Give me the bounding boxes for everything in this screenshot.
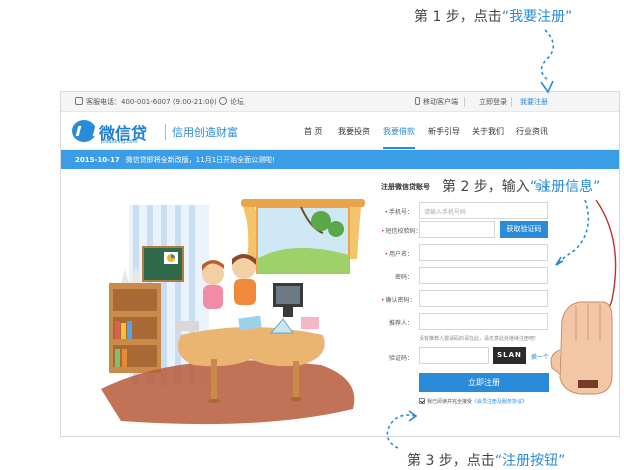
arrow-to-register-icon [540, 29, 555, 94]
password-label: 密码： [394, 274, 413, 281]
step2-highlight: “注册信息” [529, 179, 601, 195]
form-title: 注册微信贷账号 [381, 183, 430, 191]
divider [211, 97, 212, 107]
username-input[interactable] [419, 244, 548, 261]
board-with-chart [142, 246, 184, 282]
nav-home[interactable]: 首 页 [304, 126, 323, 137]
referrer-input[interactable] [419, 313, 548, 330]
agree-checkbox[interactable] [419, 398, 425, 404]
agreement-link[interactable]: 《会员注册及服务协议》 [472, 399, 527, 405]
main-area: 注册微信贷账号 登陆 •手机号： 请输入手机号码 •短信校验码： 获取验证码 •… [61, 169, 619, 436]
top-bar: 客服电话：400-001-6007 (9:00-21:00) 论坛 移动客户端 … [61, 92, 619, 112]
registration-form: 注册微信贷账号 登陆 •手机号： 请输入手机号码 •短信校验码： 获取验证码 •… [379, 169, 619, 436]
window [256, 206, 350, 274]
register-link[interactable]: 我要注册 [520, 97, 548, 107]
step1-prefix: 第 1 步，点击 [414, 9, 502, 25]
logo-domain: jcbanking.com [101, 139, 138, 145]
login-link[interactable]: 立即登录 [479, 97, 507, 107]
logo-icon[interactable] [72, 120, 96, 142]
phone-label: •手机号： [384, 209, 413, 216]
referrer-label: 推荐人： [388, 320, 413, 327]
nav-beginner-guide[interactable]: 新手引导 [428, 126, 460, 137]
phone-input[interactable]: 请输入手机号码 [419, 202, 548, 219]
password-input[interactable] [419, 267, 548, 284]
kids-study-illustration [101, 199, 365, 425]
hotline-text: 客服电话：400-001-6007 (9:00-21:00) [86, 98, 217, 106]
chat-icon [219, 97, 227, 105]
phone-icon [75, 97, 83, 105]
forum-text: 论坛 [230, 98, 244, 106]
notice-text: 微信贷即将全新改版，11月1日开始全面公测啦! [125, 156, 275, 164]
step3-prefix: 第 3 步，点击 [407, 453, 495, 469]
nav-about-us[interactable]: 关于我们 [472, 126, 504, 137]
confirm-password-label: •确认密码： [381, 297, 416, 304]
notice-date: 2015-10-17 [75, 156, 120, 164]
mobile-client-text: 移动客户端 [423, 98, 458, 106]
agree-text: 我已阅读并完全接受 [427, 399, 473, 405]
mobile-client-link[interactable]: 移动客户端 [415, 97, 458, 107]
slogan: 信用创造财富 [165, 124, 238, 140]
agreement-line: 我已阅读并完全接受《会员注册及服务协议》 [419, 398, 527, 405]
step3-highlight: “注册按钮” [494, 453, 566, 469]
site-header: 微信贷 jcbanking.com 信用创造财富 首 页 我要投资 我要借款 新… [61, 112, 619, 150]
website-frame: 客服电话：400-001-6007 (9:00-21:00) 论坛 移动客户端 … [60, 91, 620, 437]
sms-code-input[interactable] [419, 221, 495, 238]
captcha-input[interactable] [419, 347, 489, 364]
step2-caption: 第 2 步，输入“注册信息” [442, 176, 600, 196]
nav-industry-news[interactable]: 行业资讯 [516, 126, 548, 137]
confirm-password-input[interactable] [419, 290, 548, 307]
referrer-hint: 没有推荐人邀请码的请在此，请无意此处继续注册吧! [419, 336, 537, 342]
captcha-label: 验证码： [388, 355, 413, 362]
get-sms-code-button[interactable]: 获取验证码 [500, 221, 548, 238]
username-label: •用户名： [384, 251, 413, 258]
step1-caption: 第 1 步，点击“我要注册” [414, 6, 572, 26]
step3-caption: 第 3 步，点击“注册按钮” [407, 450, 565, 470]
step1-highlight: “我要注册” [501, 9, 573, 25]
step2-prefix: 第 2 步，输入 [442, 179, 530, 195]
refresh-captcha-link[interactable]: 换一个 [531, 352, 549, 361]
divider [464, 97, 465, 107]
captcha-image[interactable]: SLAN [493, 347, 526, 364]
nav-borrow[interactable]: 我要借款 [383, 126, 415, 149]
notice-content[interactable]: 2015-10-17 微信贷即将全新改版，11月1日开始全面公测啦! [75, 155, 275, 165]
divider [511, 97, 512, 107]
forum-link[interactable]: 论坛 [219, 97, 244, 107]
register-submit-button[interactable]: 立即注册 [419, 373, 549, 392]
nav-invest[interactable]: 我要投资 [338, 126, 370, 137]
hotline: 客服电话：400-001-6007 (9:00-21:00) [75, 97, 217, 107]
mobile-phone-icon [415, 97, 420, 105]
notice-bar: 2015-10-17 微信贷即将全新改版，11月1日开始全面公测啦! [61, 150, 619, 169]
sms-code-label: •短信校验码： [381, 228, 422, 235]
children [202, 254, 256, 309]
computer [273, 283, 303, 317]
